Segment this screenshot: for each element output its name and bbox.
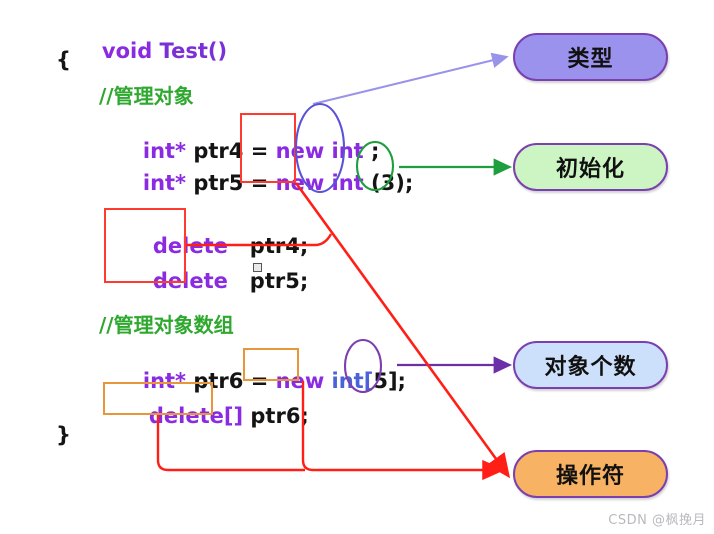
connector-lines-layer [156,52,513,481]
operator-connector-delete [186,233,333,247]
operator-connector-delete-array [156,415,305,472]
type-connector-line [312,52,509,105]
diagram-canvas: void Test() { //管理对象 int* ptr4 = new int… [0,0,714,534]
operator-connector-new [294,182,511,479]
